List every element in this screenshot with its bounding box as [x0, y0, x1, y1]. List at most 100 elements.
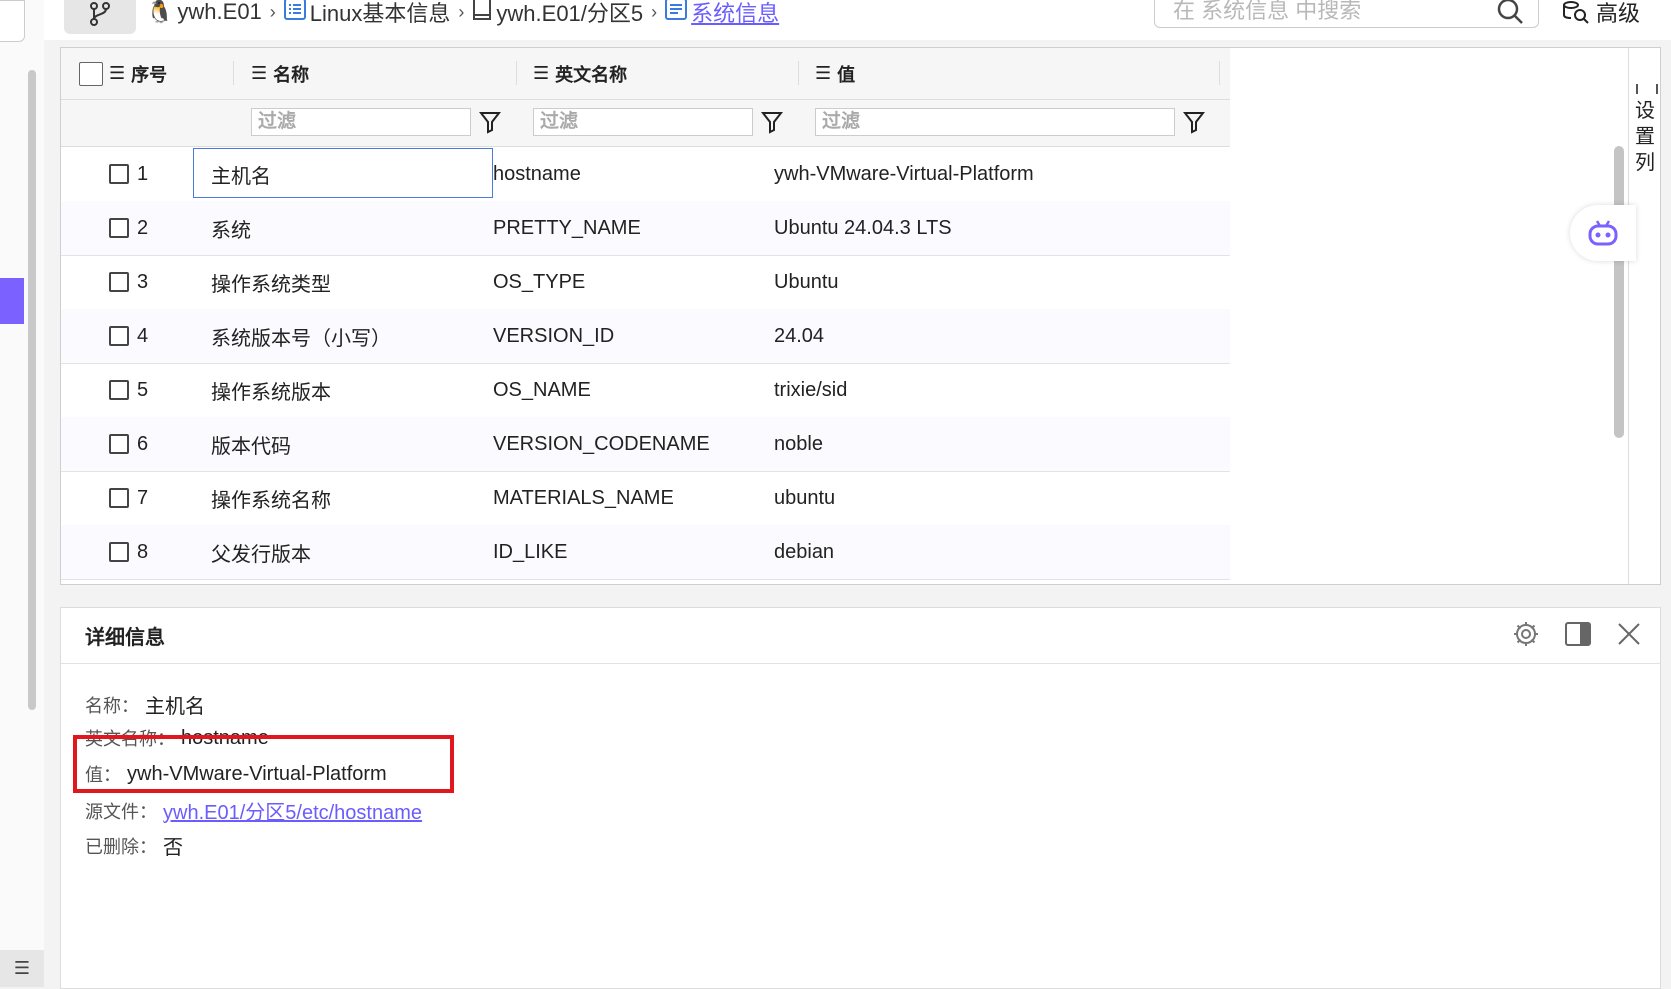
- filter-input-value[interactable]: [815, 108, 1175, 136]
- breadcrumb-item-system-info[interactable]: 系统信息: [691, 0, 779, 28]
- row-english-name-cell[interactable]: OS_NAME: [493, 363, 591, 417]
- list-document-icon: [283, 0, 306, 26]
- filter-icon[interactable]: [1183, 110, 1205, 134]
- column-divider[interactable]: [233, 61, 234, 85]
- detail-name-line: 名称： 主机名: [85, 690, 205, 719]
- row-checkbox[interactable]: [109, 488, 129, 508]
- breadcrumb-item-partition[interactable]: ywh.E01/分区5: [496, 0, 643, 28]
- filter-icon[interactable]: [761, 110, 783, 134]
- column-divider[interactable]: [516, 61, 517, 85]
- column-menu-icon: ☰: [533, 63, 550, 83]
- filter-input-name[interactable]: [251, 108, 471, 136]
- detail-title: 详细信息: [85, 627, 165, 649]
- table-row[interactable]: 4 系统版本号（小写） VERSION_ID 24.04: [61, 309, 1230, 364]
- table-row[interactable]: 2 系统 PRETTY_NAME Ubuntu 24.04.3 LTS: [61, 201, 1230, 256]
- split-panel-icon[interactable]: [1564, 620, 1592, 648]
- breadcrumb-item-evidence[interactable]: ywh.E01: [177, 0, 261, 25]
- table-row[interactable]: 6 版本代码 VERSION_CODENAME noble: [61, 417, 1230, 472]
- detail-toolbar: [1512, 620, 1642, 648]
- row-value-cell[interactable]: 24.04: [774, 309, 824, 363]
- search-input[interactable]: [1171, 0, 1475, 27]
- row-index: 3: [137, 270, 149, 293]
- row-name-cell[interactable]: 父发行版本: [211, 525, 311, 579]
- column-menu-icon: ☰: [815, 63, 832, 83]
- list-menu-icon[interactable]: ☰: [0, 950, 44, 987]
- row-index-cell: 8: [109, 525, 148, 579]
- detail-source-link[interactable]: ywh.E01/分区5/etc/hostname: [163, 796, 422, 825]
- row-value-cell[interactable]: Ubuntu 24.04.3 LTS: [774, 201, 952, 255]
- table-row[interactable]: 3 操作系统类型 OS_TYPE Ubuntu: [61, 255, 1230, 310]
- left-collapse-button[interactable]: [0, 0, 25, 42]
- row-index: 2: [137, 216, 149, 239]
- row-index: 5: [137, 378, 149, 401]
- row-english-name-cell[interactable]: VERSION_CODENAME: [493, 417, 710, 471]
- column-settings-button[interactable]: 设置列: [1628, 48, 1660, 584]
- row-english-name-cell[interactable]: ID_LIKE: [493, 525, 567, 579]
- row-index-cell: 1: [109, 147, 148, 201]
- detail-name-value: 主机名: [145, 696, 205, 718]
- table-row[interactable]: 7 操作系统名称 MATERIALS_NAME ubuntu: [61, 471, 1230, 526]
- search-icon[interactable]: [1496, 0, 1524, 25]
- table-row[interactable]: 1 主机名 hostname ywh-VMware-Virtual-Platform: [61, 147, 1230, 202]
- row-english-name-cell[interactable]: hostname: [493, 147, 581, 201]
- row-value-cell[interactable]: Ubuntu: [774, 255, 839, 309]
- row-name-cell[interactable]: 操作系统类型: [211, 255, 331, 309]
- advanced-search-icon: [1563, 1, 1589, 24]
- row-name-cell[interactable]: 操作系统版本: [211, 363, 331, 417]
- row-checkbox[interactable]: [109, 434, 129, 454]
- row-value-cell[interactable]: ubuntu: [774, 471, 835, 525]
- left-active-indicator[interactable]: [0, 278, 24, 324]
- data-table: ☰ 序号 ☰ 名称 ☰ 英文名称 ☰ 值 1主机名hostnameywh-VMw…: [60, 47, 1661, 585]
- branch-icon: [90, 2, 110, 26]
- select-all-checkbox[interactable]: [79, 61, 103, 86]
- filter-row: [61, 100, 1230, 147]
- table-row[interactable]: 5 操作系统版本 OS_NAME trixie/sid: [61, 363, 1230, 418]
- table-scrollbar[interactable]: [1614, 146, 1624, 438]
- row-value-cell[interactable]: ywh-VMware-Virtual-Platform: [774, 147, 1034, 201]
- row-english-name-cell[interactable]: VERSION_ID: [493, 309, 614, 363]
- column-header-index[interactable]: ☰ 序号: [79, 48, 167, 99]
- row-english-name-cell[interactable]: PRETTY_NAME: [493, 201, 641, 255]
- column-divider[interactable]: [798, 61, 799, 85]
- row-english-name-cell[interactable]: MATERIALS_NAME: [493, 471, 674, 525]
- row-index-cell: 3: [109, 255, 148, 309]
- column-header-label: 名称: [273, 64, 310, 85]
- row-checkbox[interactable]: [109, 164, 129, 184]
- table-row[interactable]: 8 父发行版本 ID_LIKE debian: [61, 525, 1230, 580]
- robot-icon: [1588, 220, 1618, 246]
- breadcrumb-item-linux-info[interactable]: Linux基本信息: [310, 0, 451, 28]
- row-index-cell: 2: [109, 201, 148, 255]
- assistant-button[interactable]: [1570, 205, 1636, 261]
- column-menu-icon: ☰: [109, 63, 126, 83]
- row-value-cell[interactable]: noble: [774, 417, 823, 471]
- row-name-cell[interactable]: 系统版本号（小写）: [211, 309, 391, 363]
- column-header-name[interactable]: ☰ 名称: [251, 48, 309, 99]
- gear-icon[interactable]: [1512, 620, 1540, 648]
- row-english-name-cell[interactable]: OS_TYPE: [493, 255, 585, 309]
- row-index-cell: 7: [109, 471, 148, 525]
- column-divider[interactable]: [1219, 61, 1220, 85]
- row-checkbox[interactable]: [109, 326, 129, 346]
- left-scrollbar[interactable]: [28, 70, 36, 710]
- advanced-search-button[interactable]: 高级: [1562, 0, 1640, 26]
- filter-icon[interactable]: [479, 110, 501, 134]
- row-checkbox[interactable]: [109, 218, 129, 238]
- column-header-value[interactable]: ☰ 值: [815, 48, 855, 99]
- row-value-cell[interactable]: debian: [774, 525, 834, 579]
- branch-button[interactable]: [64, 0, 136, 34]
- row-name-cell[interactable]: 操作系统名称: [211, 471, 331, 525]
- row-name-cell[interactable]: 系统: [211, 201, 251, 255]
- column-header-english-name[interactable]: ☰ 英文名称: [533, 48, 627, 99]
- info-document-icon: [665, 0, 688, 26]
- close-icon[interactable]: [1616, 621, 1642, 647]
- highlight-box: [73, 735, 454, 793]
- detail-header: 详细信息: [61, 608, 1660, 664]
- row-checkbox[interactable]: [109, 542, 129, 562]
- filter-input-english-name[interactable]: [533, 108, 753, 136]
- row-name-cell[interactable]: 版本代码: [211, 417, 291, 471]
- row-checkbox[interactable]: [109, 380, 129, 400]
- row-checkbox[interactable]: [109, 272, 129, 292]
- search-box: [1154, 0, 1539, 28]
- left-sidebar: [0, 0, 44, 987]
- row-value-cell[interactable]: trixie/sid: [774, 363, 847, 417]
